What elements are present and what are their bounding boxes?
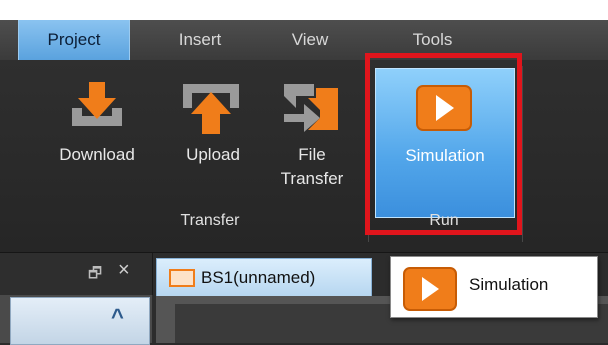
document-icon — [169, 269, 195, 287]
close-icon[interactable]: × — [118, 259, 130, 282]
tab-insert[interactable]: Insert — [160, 20, 240, 60]
document-tab[interactable]: BS1(unnamed) — [156, 258, 372, 298]
file-transfer-icon — [284, 84, 338, 132]
file-transfer-button[interactable]: File Transfer — [262, 80, 362, 210]
document-tab-label: BS1(unnamed) — [201, 268, 316, 287]
upload-icon — [183, 84, 239, 134]
tab-project[interactable]: Project — [18, 20, 130, 60]
upload-button[interactable]: Upload — [165, 80, 261, 198]
tab-view[interactable]: View — [275, 20, 345, 60]
file-transfer-label-line2: Transfer — [280, 169, 344, 188]
upload-label: Upload — [186, 145, 240, 164]
file-transfer-label-line1: File — [298, 145, 326, 164]
transfer-group-label: Transfer — [180, 212, 240, 229]
tooltip-label: Simulation — [469, 275, 549, 294]
download-button[interactable]: Download — [38, 80, 156, 198]
group-separator-right — [522, 66, 523, 242]
title-strip — [0, 0, 608, 20]
play-icon — [403, 267, 457, 311]
simulation-tooltip: Simulation — [390, 256, 598, 318]
restore-window-icon[interactable]: 🗗 — [88, 263, 102, 288]
side-panel-header: 🗗 × — [0, 253, 153, 295]
side-panel-section[interactable]: ^ — [10, 297, 150, 345]
download-label: Download — [59, 145, 135, 164]
download-icon — [72, 82, 122, 126]
highlight-annotation — [365, 53, 522, 235]
collapse-chevron-icon[interactable]: ^ — [111, 304, 124, 330]
